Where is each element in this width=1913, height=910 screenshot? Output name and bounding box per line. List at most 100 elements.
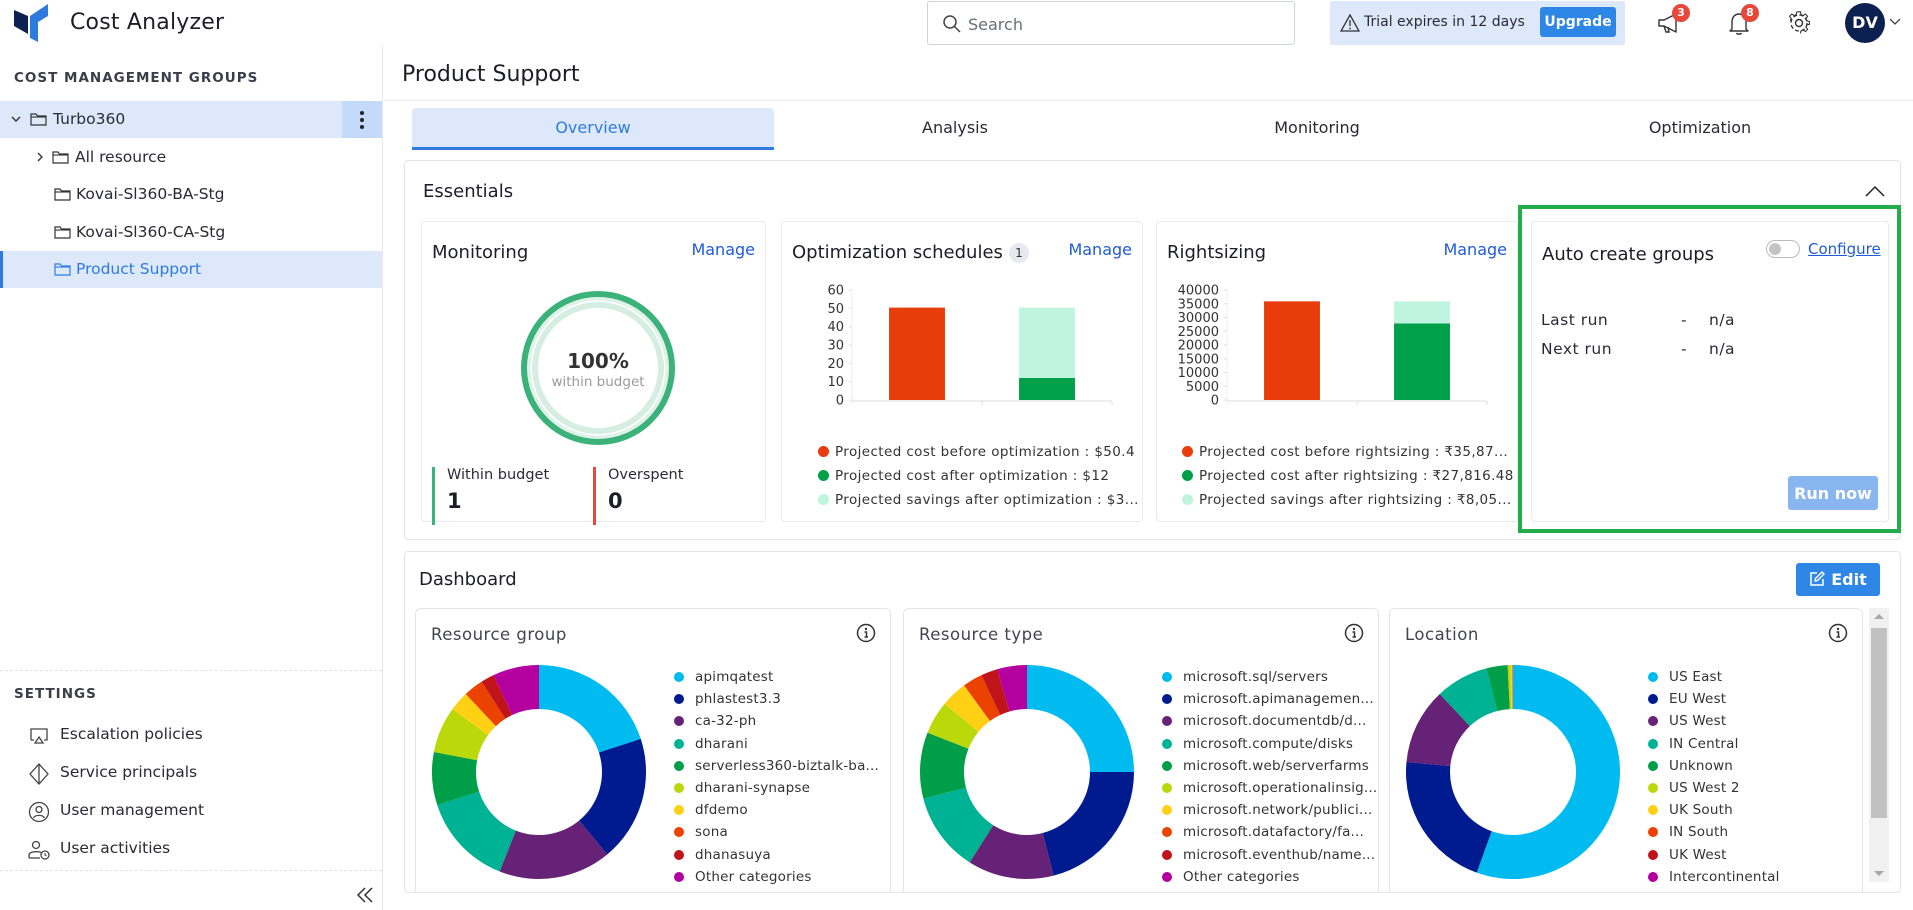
resource-group-title: Resource group [431,625,567,644]
bar-segment-projected-cost-before-optimization[interactable] [889,307,945,400]
auto-create-toggle[interactable] [1766,240,1800,258]
legend-item[interactable]: dfdemo [674,802,879,824]
legend-item[interactable]: ca-32-ph [674,713,879,735]
rightsizing-manage-link[interactable]: Manage [1443,240,1507,259]
tree-item-all-resource[interactable]: All resource [0,139,382,176]
legend-item[interactable]: IN Central [1648,736,1780,758]
announcements-button[interactable]: 3 [1656,4,1690,36]
chevron-right-icon[interactable] [34,151,46,163]
tree-item-label: Turbo360 [53,110,126,128]
legend-item[interactable]: phlastest3.3 [674,691,879,713]
legend-item: Projected cost before optimization : $50… [818,444,1135,460]
user-avatar[interactable]: DV [1845,3,1885,43]
donut-slice-dharani[interactable] [437,791,516,872]
app-logo[interactable] [14,4,48,42]
legend-item[interactable]: EU West [1648,691,1780,713]
upgrade-button[interactable]: Upgrade [1540,7,1616,37]
location-title: Location [1405,625,1479,644]
legend-item[interactable]: microsoft.datafactory/fa... [1162,824,1377,846]
folder-icon [54,188,71,201]
legend-item[interactable]: microsoft.operationalinsig... [1162,780,1377,802]
donut-slice-apimqatest[interactable] [539,665,641,753]
legend-item[interactable]: microsoft.compute/disks [1162,736,1377,758]
y-tick-label: 10000 [1178,366,1219,381]
legend-item[interactable]: microsoft.eventhub/name... [1162,847,1377,869]
legend-dot [674,827,684,838]
last-run-dash: - [1681,311,1688,329]
legend-item[interactable]: microsoft.sql/servers [1162,669,1377,691]
legend-item[interactable]: IN South [1648,824,1780,846]
dashboard-section: Dashboard Edit Resource group apimqatest… [404,551,1901,893]
tab-optimization[interactable]: Optimization [1498,108,1902,150]
chevron-down-icon[interactable] [10,113,22,125]
legend-label: Projected cost before rightsizing : ₹35,… [1199,444,1509,460]
scroll-down-arrow[interactable] [1874,871,1884,876]
run-now-button[interactable]: Run now [1788,476,1878,510]
legend-item[interactable]: US West [1648,713,1780,735]
bar-segment-projected-cost-before-rightsizing[interactable] [1264,301,1320,400]
tree-item-product-support[interactable]: Product Support [0,251,382,288]
legend-item[interactable]: serverless360-biztalk-ba... [674,758,879,780]
legend-dot [1648,849,1658,860]
search-box[interactable] [927,1,1295,45]
configure-link[interactable]: Configure [1808,240,1881,258]
bar-segment-projected-cost-after-rightsizing[interactable] [1394,323,1450,400]
legend-item[interactable]: microsoft.web/serverfarms [1162,758,1377,780]
legend-item[interactable]: sona [674,824,879,846]
collapse-sidebar-icon[interactable] [354,884,376,906]
legend-label: microsoft.network/publici... [1183,802,1373,819]
legend-item[interactable]: Other categories [1162,869,1377,891]
legend-item[interactable]: UK West [1648,847,1780,869]
folder-icon [30,113,47,126]
legend-item[interactable]: microsoft.apimanagemen... [1162,691,1377,713]
info-icon[interactable] [856,623,876,643]
legend-item[interactable]: Other categories [674,869,879,891]
y-tick-label: 40 [827,320,844,335]
scrollbar-thumb[interactable] [1871,628,1887,818]
legend-item[interactable]: microsoft.network/publici... [1162,802,1377,824]
legend-item[interactable]: Intercontinental [1648,869,1780,891]
chevron-up-icon[interactable] [1864,183,1886,199]
tree-item-kovai-ba[interactable]: Kovai-Sl360-BA-Stg [0,176,382,213]
info-icon[interactable] [1344,623,1364,643]
scroll-up-arrow[interactable] [1874,614,1884,619]
chevron-down-icon[interactable] [1889,16,1901,26]
bar-segment-projected-savings-after-optimization[interactable] [1019,307,1075,378]
legend-item[interactable]: US West 2 [1648,780,1780,802]
donut-slice-eu-west[interactable] [1406,761,1492,873]
info-icon[interactable] [1828,623,1848,643]
tree-item-turbo360[interactable]: Turbo360 [0,101,382,138]
legend-item[interactable]: apimqatest [674,669,879,691]
legend-dot [1648,672,1658,682]
optimization-manage-link[interactable]: Manage [1068,240,1132,259]
app-title: Cost Analyzer [70,10,225,35]
bar-segment-projected-cost-after-optimization[interactable] [1019,378,1075,400]
legend-item[interactable]: Unknown [1648,758,1780,780]
legend-item[interactable]: dharani-synapse [674,780,879,802]
legend-item[interactable]: microsoft.documentdb/d... [1162,713,1377,735]
dashboard-scrollbar[interactable] [1869,608,1889,882]
legend-item[interactable]: US East [1648,669,1780,691]
legend-item[interactable]: UK South [1648,802,1780,824]
donut-slice-microsoft-sql-servers[interactable] [1027,665,1134,772]
tab-analysis[interactable]: Analysis [774,108,1136,150]
legend-dot [1162,849,1172,860]
donut-slice-microsoft-apimanagemen[interactable] [1042,772,1134,876]
tree-item-label: Product Support [76,260,202,278]
tab-monitoring[interactable]: Monitoring [1136,108,1498,150]
monitoring-manage-link[interactable]: Manage [691,240,755,259]
notifications-button[interactable]: 8 [1725,4,1759,36]
legend-item[interactable]: dharani [674,736,879,758]
legend-item[interactable]: dhanasuya [674,847,879,869]
search-input[interactable] [968,11,1278,37]
tree-item-label: Kovai-Sl360-CA-Stg [76,223,226,241]
more-options-button[interactable] [342,101,382,138]
sidebar-item-label: Service principals [60,763,198,781]
tab-overview[interactable]: Overview [412,108,774,150]
bar-segment-projected-savings-after-rightsizing[interactable] [1394,301,1450,324]
legend-label: sona [695,824,728,841]
tree-item-kovai-ca[interactable]: Kovai-Sl360-CA-Stg [0,214,382,251]
edit-dashboard-button[interactable]: Edit [1796,563,1880,596]
settings-button[interactable] [1786,10,1814,36]
resource-group-donut [432,665,646,879]
